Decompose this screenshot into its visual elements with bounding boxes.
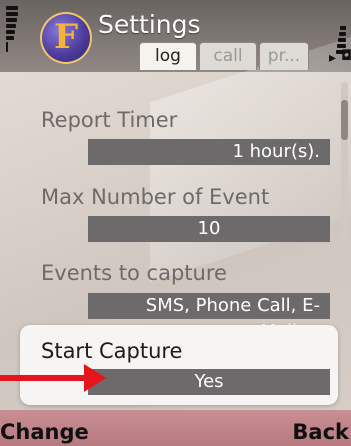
scrollbar[interactable]: [341, 82, 348, 317]
setting-label-start-capture: Start Capture: [41, 339, 183, 363]
tab-call[interactable]: call: [199, 42, 257, 70]
annotation-arrowhead: [84, 364, 106, 392]
setting-value-report-timer[interactable]: 1 hour(s).: [88, 139, 330, 165]
setting-label-events-to-capture: Events to capture: [41, 261, 227, 285]
setting-value-start-capture[interactable]: Yes: [88, 369, 330, 395]
tab-scroll-arrow-icon[interactable]: ▸: [329, 50, 336, 66]
softkey-back-button[interactable]: Back: [292, 420, 349, 444]
setting-label-report-timer: Report Timer: [41, 108, 178, 132]
setting-value-events-to-capture[interactable]: SMS, Phone Call, E-Mail,...: [88, 293, 330, 342]
signal-strength-icon: [6, 6, 22, 56]
tab-bar: log call pr...: [139, 42, 327, 70]
lock-icon: ◘: [341, 48, 351, 64]
tab-pr[interactable]: pr...: [259, 42, 309, 70]
app-logo-icon: F: [40, 12, 92, 64]
scrollbar-thumb[interactable]: [341, 100, 348, 140]
setting-value-max-events[interactable]: 10: [88, 216, 330, 242]
selected-setting-item[interactable]: Start Capture Yes: [20, 325, 338, 405]
setting-label-max-events: Max Number of Event: [41, 185, 270, 209]
tab-log[interactable]: log: [139, 42, 197, 70]
page-title: Settings: [98, 10, 201, 39]
softkey-change-button[interactable]: Change: [0, 420, 89, 444]
annotation-arrow-icon: [0, 375, 92, 381]
